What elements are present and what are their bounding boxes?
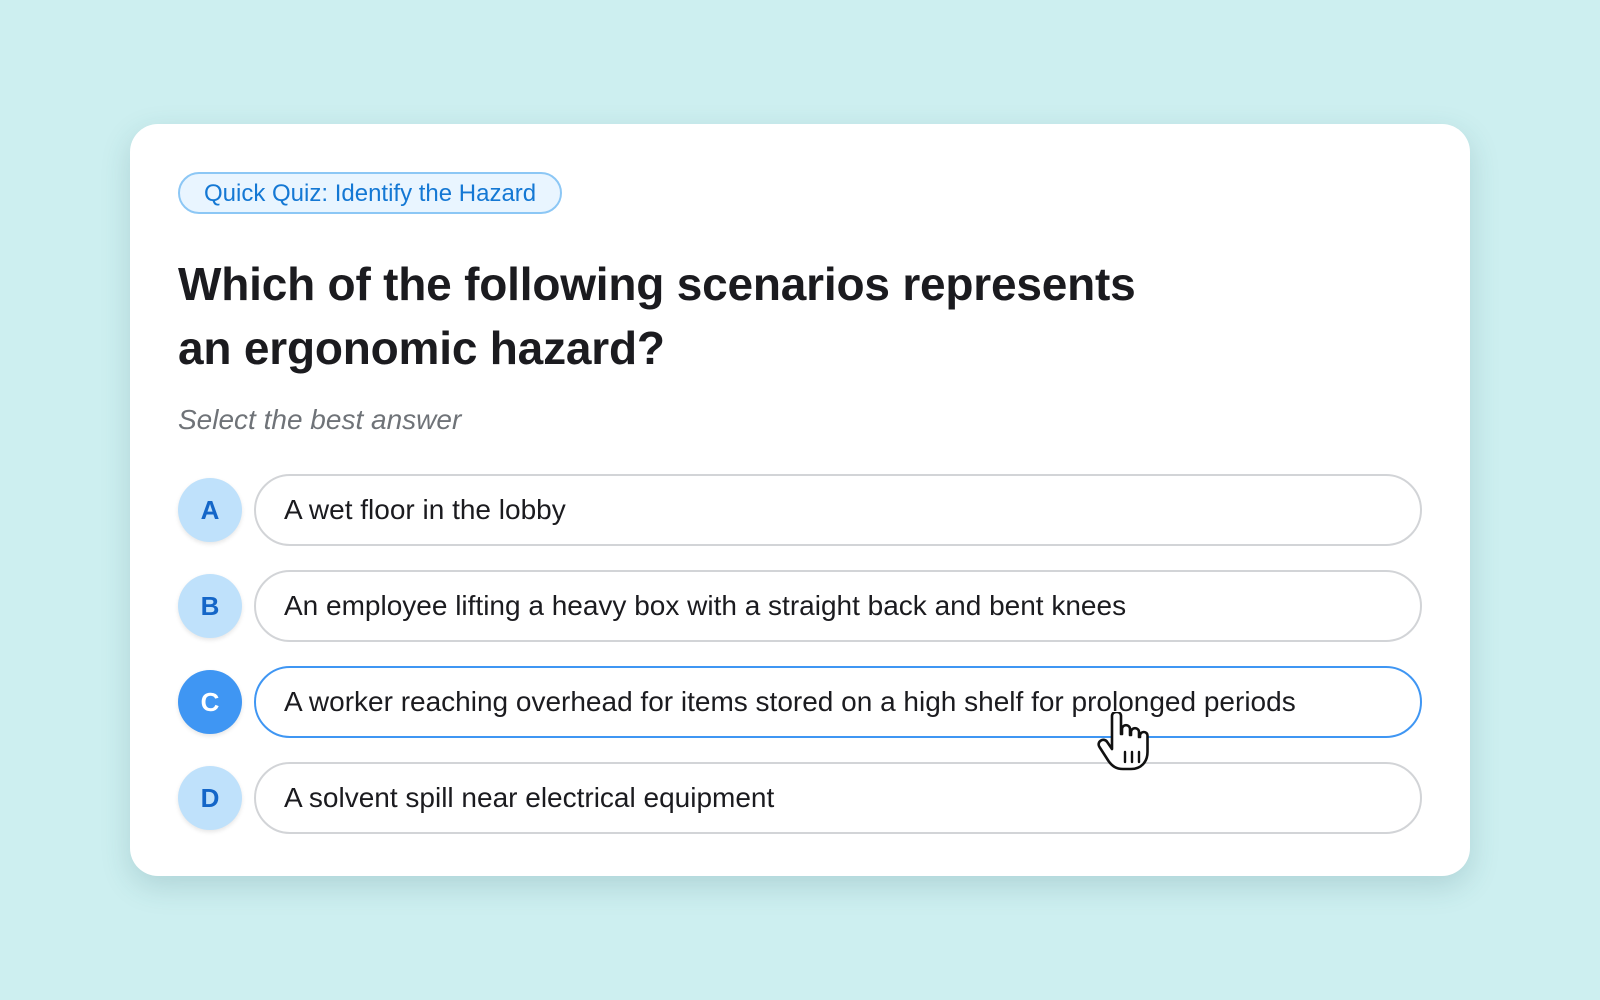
- answer-hint: Select the best answer: [178, 404, 462, 435]
- question-title: Which of the following scenarios represe…: [178, 252, 1422, 380]
- question-line-2: an ergonomic hazard?: [178, 322, 665, 374]
- quiz-card: Quick Quiz: Identify the Hazard Which of…: [130, 124, 1470, 876]
- option-letter-c[interactable]: C: [178, 670, 242, 734]
- answer-option-d[interactable]: D A solvent spill near electrical equipm…: [178, 762, 1422, 834]
- answer-option-c[interactable]: C A worker reaching overhead for items s…: [178, 666, 1422, 738]
- option-text-a[interactable]: A wet floor in the lobby: [254, 474, 1422, 546]
- answer-options: A A wet floor in the lobby B An employee…: [178, 474, 1422, 834]
- question-line-1: Which of the following scenarios represe…: [178, 258, 1136, 310]
- answer-option-b[interactable]: B An employee lifting a heavy box with a…: [178, 570, 1422, 642]
- option-text-b[interactable]: An employee lifting a heavy box with a s…: [254, 570, 1422, 642]
- hand-pointer-icon: [1096, 710, 1152, 772]
- option-letter-a[interactable]: A: [178, 478, 242, 542]
- option-letter-d[interactable]: D: [178, 766, 242, 830]
- option-text-d[interactable]: A solvent spill near electrical equipmen…: [254, 762, 1422, 834]
- option-letter-b[interactable]: B: [178, 574, 242, 638]
- option-text-c[interactable]: A worker reaching overhead for items sto…: [254, 666, 1422, 738]
- answer-option-a[interactable]: A A wet floor in the lobby: [178, 474, 1422, 546]
- quiz-tag: Quick Quiz: Identify the Hazard: [178, 172, 563, 214]
